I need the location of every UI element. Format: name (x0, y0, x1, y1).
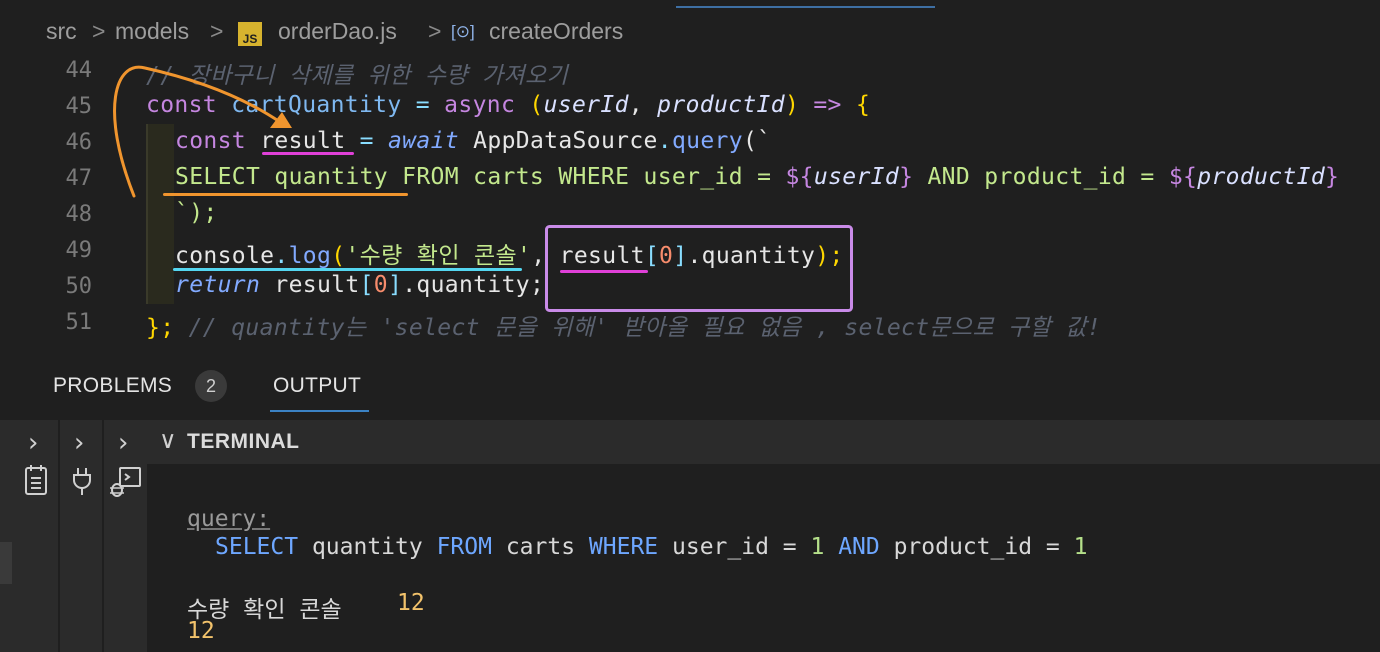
plug-icon[interactable] (70, 464, 94, 498)
collapsed-view-2[interactable]: › (60, 420, 104, 652)
problems-count-badge: 2 (195, 370, 227, 402)
panel-tab-bar: PROBLEMS 2 OUTPUT (0, 360, 1380, 416)
active-tab-underline (270, 410, 369, 412)
scroll-marker (0, 542, 12, 584)
annotation-box-code (545, 225, 853, 312)
annotation-underline-sql (163, 193, 408, 196)
annotation-underline-console (173, 268, 522, 271)
collapsed-view-3[interactable]: › (104, 420, 148, 652)
collapsed-view-1[interactable]: › (14, 420, 58, 652)
terminal-output[interactable]: query: SELECT quantity FROM carts WHERE … (147, 464, 1380, 652)
chevron-right-icon[interactable]: › (28, 428, 38, 458)
notebook-icon[interactable] (22, 464, 50, 498)
terminal-header[interactable]: ∨ TERMINAL (147, 420, 1380, 464)
return-value: 12 (187, 618, 215, 644)
tab-output[interactable]: OUTPUT (273, 374, 361, 398)
annotation-underline-result-2 (560, 270, 648, 273)
debug-console-icon[interactable] (108, 464, 142, 498)
terminal-title: TERMINAL (187, 430, 300, 453)
annotation-arrow (113, 65, 282, 198)
tab-problems[interactable]: PROBLEMS (53, 374, 172, 398)
query-sql: SELECT quantity FROM carts WHERE user_id… (215, 534, 1088, 560)
side-panel: › › › (0, 420, 147, 652)
chevron-right-icon[interactable]: › (118, 428, 128, 458)
annotation-arrowhead (270, 112, 292, 128)
query-label: query: (187, 506, 271, 532)
chevron-right-icon[interactable]: › (74, 428, 84, 458)
chevron-down-icon[interactable]: ∨ (159, 426, 177, 454)
annotation-underline-result (262, 152, 354, 155)
console-log-value: 12 (397, 590, 425, 616)
